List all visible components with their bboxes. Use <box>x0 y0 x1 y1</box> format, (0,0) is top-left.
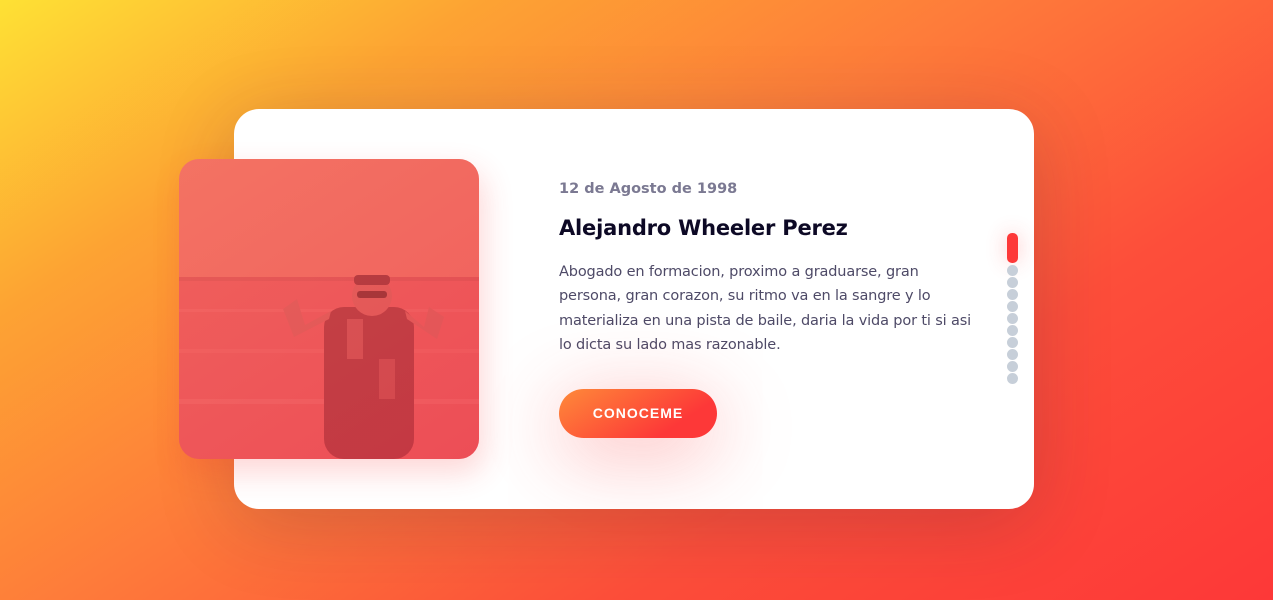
pagination-bullet[interactable] <box>1007 361 1018 372</box>
pagination-bullet[interactable] <box>1007 337 1018 348</box>
pagination-bullet[interactable] <box>1007 325 1018 336</box>
pagination-bullet[interactable] <box>1007 301 1018 312</box>
pagination-bullet[interactable] <box>1007 289 1018 300</box>
profile-photo <box>179 159 479 459</box>
slider-pagination <box>1007 233 1018 384</box>
pagination-bullet[interactable] <box>1007 373 1018 384</box>
pagination-bullet[interactable] <box>1007 313 1018 324</box>
pagination-bullet[interactable] <box>1007 265 1018 276</box>
pagination-bullet[interactable] <box>1007 277 1018 288</box>
photo-tint-overlay <box>179 159 479 459</box>
slide-date: 12 de Agosto de 1998 <box>559 181 738 197</box>
slide-content: 12 de Agosto de 1998 Alejandro Wheeler P… <box>559 178 984 438</box>
slide-description: Abogado en formacion, proximo a graduars… <box>559 264 971 354</box>
pagination-bullet[interactable] <box>1007 349 1018 360</box>
slide-title: Alejandro Wheeler Perez <box>559 216 848 240</box>
pagination-bullet-active[interactable] <box>1007 233 1018 263</box>
read-more-button[interactable]: CONOCEME <box>559 388 717 438</box>
